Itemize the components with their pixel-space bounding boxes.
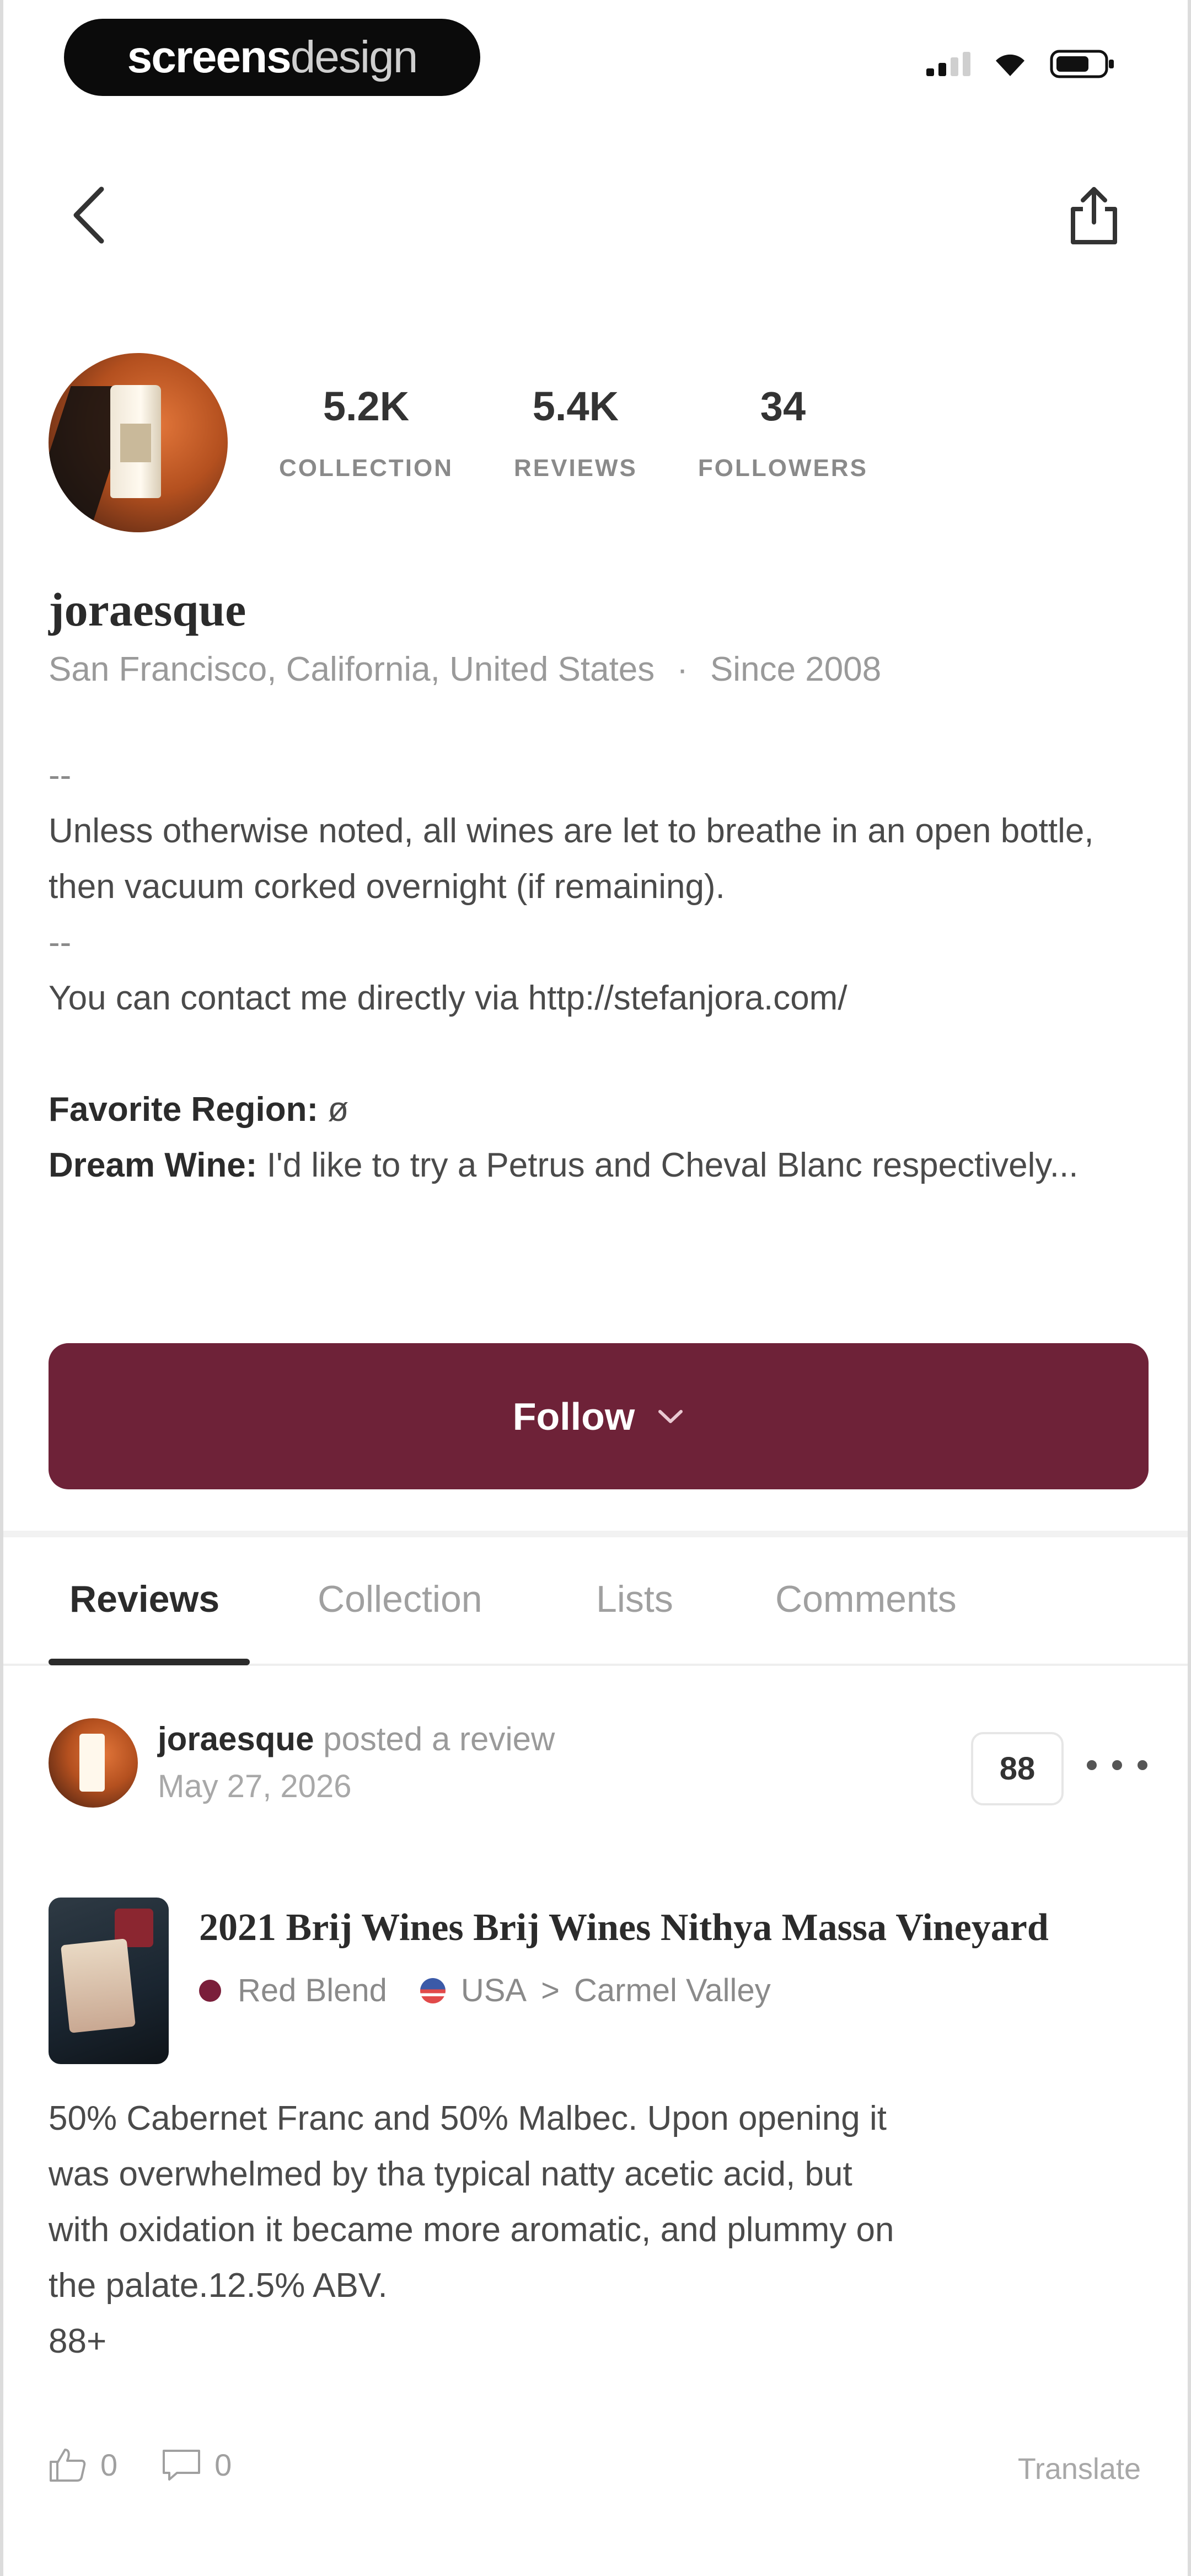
wine-type: Red Blend xyxy=(238,1973,387,2008)
share-button[interactable] xyxy=(1061,182,1127,248)
dream-wine-label: Dream Wine: xyxy=(49,1146,257,1184)
stat-reviews[interactable]: 5.4K REVIEWS xyxy=(514,386,637,482)
follow-button[interactable]: Follow xyxy=(49,1343,1149,1489)
tab-collection[interactable]: Collection xyxy=(318,1578,482,1621)
brand-text-bold: screens xyxy=(127,32,292,82)
stat-collection[interactable]: 5.2K COLLECTION xyxy=(279,386,453,482)
chevron-left-icon xyxy=(73,186,104,244)
wine-type-dot xyxy=(199,1979,221,2002)
favorite-region-label: Favorite Region: xyxy=(49,1091,319,1129)
review-line: the palate.12.5% ABV. xyxy=(49,2267,388,2305)
like-count: 0 xyxy=(100,2447,118,2482)
review-line: 88+ xyxy=(49,2322,107,2360)
wine-thumbnail[interactable] xyxy=(49,1898,169,2064)
share-icon xyxy=(1071,187,1117,244)
screensdesign-logo: screens design xyxy=(64,19,480,96)
bio-dash: -- xyxy=(49,756,72,794)
stat-label: REVIEWS xyxy=(513,455,637,482)
profile-avatar[interactable] xyxy=(49,353,228,532)
stat-value: 5.2K xyxy=(323,383,410,429)
tab-reviews[interactable]: Reviews xyxy=(69,1578,219,1621)
comment-icon xyxy=(163,2450,201,2481)
active-tab-indicator xyxy=(49,1659,250,1665)
post-author-name[interactable]: joraesque xyxy=(158,1720,314,1757)
wine-meta: Red Blend USA > Carmel Valley xyxy=(199,1972,771,2009)
follow-button-label: Follow xyxy=(512,1394,635,1438)
bio-dash: -- xyxy=(49,923,72,961)
bio-favorite-region: Favorite Region: ø xyxy=(49,1082,1140,1137)
usa-flag-icon xyxy=(420,1978,446,2003)
profile-tabs: Reviews Collection Lists Comments xyxy=(3,1561,1188,1666)
breadcrumb-arrow: > xyxy=(541,1973,560,2008)
review-line: was overwhelmed by tha typical natty ace… xyxy=(49,2155,852,2193)
back-button[interactable] xyxy=(58,185,119,245)
profile-location: San Francisco, California, United States xyxy=(49,650,655,688)
chevron-down-icon xyxy=(658,1409,683,1423)
review-line: with oxidation it became more aromatic, … xyxy=(49,2211,894,2249)
dream-wine-value: I'd like to try a Petrus and Cheval Blan… xyxy=(266,1146,1079,1184)
profile-location-line: San Francisco, California, United States… xyxy=(49,650,881,689)
wine-region: Carmel Valley xyxy=(574,1973,771,2008)
profile-username: joraesque xyxy=(49,583,246,636)
review-line: 50% Cabernet Franc and 50% Malbec. Upon … xyxy=(49,2099,887,2137)
wine-name[interactable]: 2021 Brij Wines Brij Wines Nithya Massa … xyxy=(199,1906,1049,1950)
more-options-button[interactable] xyxy=(1087,1743,1147,1787)
review-text: 50% Cabernet Franc and 50% Malbec. Upon … xyxy=(49,2091,1146,2369)
favorite-region-value: ø xyxy=(328,1091,349,1129)
score-badge: 88 xyxy=(971,1732,1064,1805)
tab-lists[interactable]: Lists xyxy=(596,1578,673,1621)
stat-value: 5.4K xyxy=(532,383,619,429)
bio-text: Unless otherwise noted, all wines are le… xyxy=(49,812,1094,906)
separator-dot: · xyxy=(677,650,688,688)
like-button[interactable]: 0 xyxy=(49,2446,117,2483)
battery-icon xyxy=(1050,50,1114,78)
post-action: posted a review xyxy=(323,1720,555,1757)
profile-stats: 5.2K COLLECTION 5.4K REVIEWS 34 FOLLOWER… xyxy=(279,386,929,482)
bio-dream-wine: Dream Wine: I'd like to try a Petrus and… xyxy=(49,1137,1140,1193)
profile-since: Since 2008 xyxy=(710,650,882,688)
post-author-avatar[interactable] xyxy=(49,1718,138,1808)
dot xyxy=(1138,1760,1147,1770)
status-icons xyxy=(926,49,1116,79)
dot xyxy=(1112,1760,1122,1770)
translate-link[interactable]: Translate xyxy=(1018,2452,1141,2486)
post-actions: 0 0 xyxy=(49,2446,276,2483)
phone-screen: screens design 5.2K COLLECTION 5.4K REVI… xyxy=(0,0,1191,2576)
stat-followers[interactable]: 34 FOLLOWERS xyxy=(698,386,868,482)
brand-text-light: design xyxy=(290,32,419,82)
bio-contact: You can contact me directly via http://s… xyxy=(49,979,847,1017)
post-date: May 27, 2026 xyxy=(158,1768,352,1804)
comment-button[interactable]: 0 xyxy=(162,2447,232,2483)
signal-icon xyxy=(926,52,970,76)
profile-bio: -- Unless otherwise noted, all wines are… xyxy=(49,747,1140,1193)
stat-label: COLLECTION xyxy=(279,455,453,482)
comment-count: 0 xyxy=(214,2447,232,2482)
dot xyxy=(1087,1760,1097,1770)
tab-comments[interactable]: Comments xyxy=(775,1578,957,1621)
wifi-icon xyxy=(996,54,1024,76)
post-header: joraesque posted a review xyxy=(158,1720,555,1758)
wine-country: USA xyxy=(460,1973,527,2008)
stat-label: FOLLOWERS xyxy=(698,455,868,482)
stat-value: 34 xyxy=(760,383,806,429)
thumbs-up-icon xyxy=(50,2449,86,2482)
section-divider xyxy=(3,1531,1188,1537)
